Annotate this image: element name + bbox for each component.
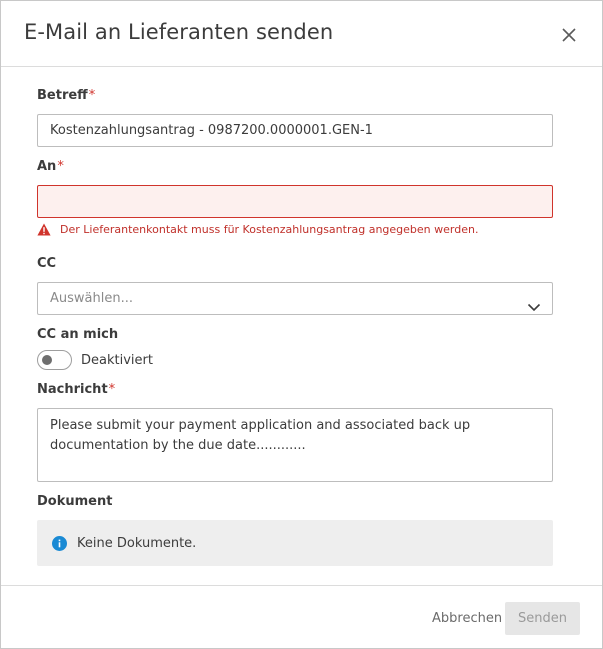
required-mark: *	[57, 159, 64, 174]
to-error-text: Der Lieferantenkontakt muss für Kostenza…	[60, 223, 479, 236]
document-empty-notice: Keine Dokumente.	[37, 520, 553, 566]
document-label: Dokument	[37, 494, 113, 509]
subject-input[interactable]: Kostenzahlungsantrag - 0987200.0000001.G…	[37, 114, 553, 147]
cc-select[interactable]: Auswählen...	[37, 282, 553, 315]
info-icon	[52, 535, 67, 551]
to-input[interactable]	[37, 185, 553, 218]
document-empty-text: Keine Dokumente.	[77, 535, 197, 551]
cc-me-label: CC an mich	[37, 327, 119, 342]
cc-me-state: Deaktiviert	[81, 352, 153, 368]
cc-me-toggle-row: Deaktiviert	[37, 350, 153, 370]
required-mark: *	[108, 382, 116, 397]
subject-label-text: Betreff	[37, 88, 88, 103]
to-label-text: An	[37, 159, 57, 174]
to-error-message: Der Lieferantenkontakt muss für Kostenza…	[37, 223, 478, 236]
subject-label: Betreff*	[37, 88, 95, 103]
cancel-button[interactable]: Abbrechen	[427, 604, 507, 634]
send-email-dialog: E-Mail an Lieferanten senden Betreff* Ko…	[0, 0, 603, 649]
message-label: Nachricht*	[37, 382, 115, 397]
cc-label: CC	[37, 256, 57, 271]
dialog-footer: Abbrechen Senden	[1, 585, 602, 648]
message-textarea[interactable]: Please submit your payment application a…	[37, 408, 553, 482]
dialog-title: E-Mail an Lieferanten senden	[24, 20, 334, 44]
required-mark: *	[88, 88, 96, 103]
chevron-down-icon[interactable]	[527, 293, 541, 314]
send-button[interactable]: Senden	[505, 602, 580, 635]
toggle-knob	[42, 355, 52, 365]
dialog-header: E-Mail an Lieferanten senden	[1, 1, 602, 67]
cc-me-toggle[interactable]	[37, 350, 72, 370]
warning-icon	[37, 223, 51, 236]
close-icon[interactable]	[557, 23, 581, 47]
cc-placeholder: Auswählen...	[50, 291, 133, 306]
to-label: An*	[37, 159, 64, 174]
message-label-text: Nachricht	[37, 382, 108, 397]
